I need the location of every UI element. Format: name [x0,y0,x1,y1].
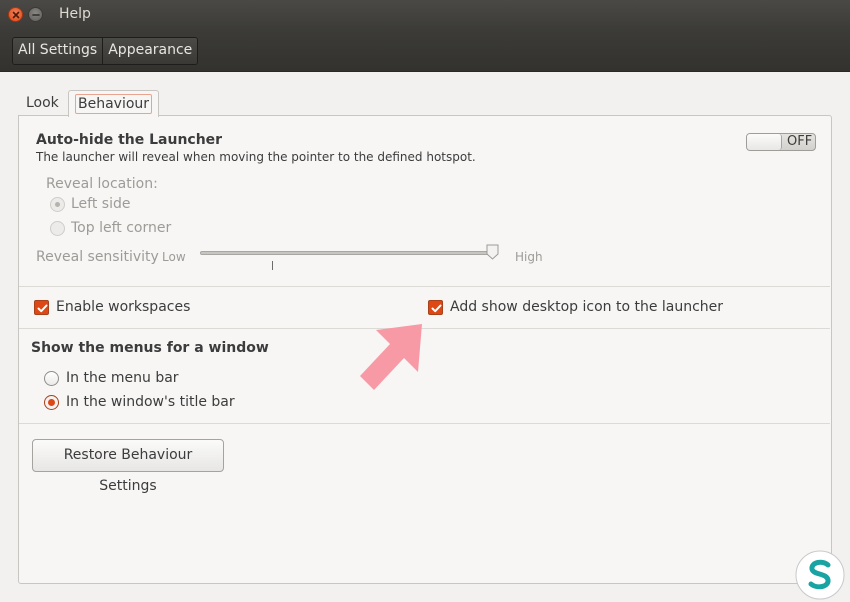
radio-menu-bar[interactable] [44,371,59,386]
toggle-knob [747,134,782,150]
enable-workspaces-checkbox[interactable] [34,300,49,315]
radio-dot [55,202,60,207]
minimize-icon [32,14,40,16]
site-logo-icon [795,550,845,600]
breadcrumb-appearance[interactable]: Appearance [102,38,198,64]
radio-left-side[interactable] [50,197,65,212]
radio-dot [48,399,55,406]
radio-menu-bar-label: In the menu bar [66,370,179,386]
reveal-location-label: Reveal location: [46,176,158,192]
enable-workspaces-label: Enable workspaces [56,299,191,315]
tab-behaviour[interactable]: Behaviour [68,90,160,117]
arrow-pointer-icon [360,324,422,390]
autohide-description: The launcher will reveal when moving the… [36,150,476,164]
separator [19,286,830,287]
slider-tick [272,261,273,270]
checkmark-icon [431,304,442,313]
sensitivity-high-label: High [515,250,543,264]
title-bar [0,0,850,30]
separator [19,423,830,424]
autohide-toggle[interactable]: OFF [746,133,816,151]
slider-handle[interactable] [486,244,499,260]
close-window-button[interactable] [8,7,23,22]
close-icon [12,11,20,19]
show-desktop-icon-checkbox[interactable] [428,300,443,315]
restore-behaviour-settings-button[interactable]: Restore Behaviour Settings [32,439,224,494]
radio-left-side-label: Left side [71,196,131,212]
menus-section-title: Show the menus for a window [31,340,269,356]
breadcrumb: All Settings Appearance [12,37,199,65]
checkmark-icon [37,304,48,313]
sensitivity-slider[interactable] [200,251,498,255]
sensitivity-low-label: Low [162,250,186,264]
window-title: Help [59,6,91,22]
radio-top-left-corner-label: Top left corner [71,220,172,236]
tab-behaviour-label: Behaviour [75,94,153,114]
minimize-window-button[interactable] [28,7,43,22]
radio-top-left-corner[interactable] [50,221,65,236]
radio-title-bar[interactable] [44,395,59,410]
show-desktop-icon-label: Add show desktop icon to the launcher [450,299,724,315]
toggle-label: OFF [787,134,813,149]
radio-title-bar-label: In the window's title bar [66,394,235,410]
autohide-title: Auto-hide the Launcher [36,132,223,148]
tab-look[interactable]: Look [26,95,59,111]
reveal-sensitivity-label: Reveal sensitivity [36,249,159,265]
breadcrumb-all-settings[interactable]: All Settings [13,38,103,64]
